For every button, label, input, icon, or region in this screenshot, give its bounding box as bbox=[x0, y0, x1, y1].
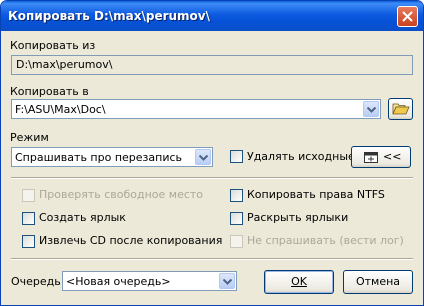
dont-ask-checkbox[interactable] bbox=[230, 235, 243, 248]
chevron-down-icon bbox=[199, 155, 208, 161]
ok-button[interactable]: OK bbox=[264, 270, 334, 294]
eject-cd-checkbox[interactable] bbox=[22, 235, 35, 248]
chevron-down-icon bbox=[223, 279, 232, 285]
mode-dropdown-button[interactable] bbox=[195, 149, 211, 165]
collapse-button-label: << bbox=[383, 150, 402, 163]
chevron-down-icon bbox=[367, 107, 376, 113]
delete-source-label: Удалять исходные bbox=[247, 150, 355, 163]
copy-ntfs-label: Копировать права NTFS bbox=[247, 188, 385, 201]
browse-button[interactable] bbox=[388, 98, 413, 120]
queue-label: Очередь bbox=[11, 275, 61, 288]
eject-cd-label: Извлечь CD после копирования bbox=[39, 234, 223, 247]
dont-ask-label: Не спрашивать (вести лог) bbox=[247, 234, 404, 247]
title-bar[interactable]: Копировать D:\max\perumov\ bbox=[1, 1, 423, 31]
destination-dropdown-button[interactable] bbox=[363, 101, 379, 117]
check-free-space-label: Проверять свободное место bbox=[39, 188, 204, 201]
copy-dialog: Копировать D:\max\perumov\ Копировать из… bbox=[0, 0, 424, 306]
check-free-space-checkbox[interactable] bbox=[22, 189, 35, 202]
ok-button-label: OK bbox=[291, 275, 307, 288]
collapse-options-button[interactable]: << bbox=[351, 146, 411, 168]
create-shortcut-label: Создать ярлык bbox=[39, 211, 126, 224]
delete-source-checkbox[interactable] bbox=[230, 150, 243, 163]
create-shortcut-checkbox[interactable] bbox=[22, 212, 35, 225]
queue-dropdown-button[interactable] bbox=[219, 273, 235, 289]
close-button[interactable] bbox=[397, 6, 418, 27]
mode-value: Спрашивать про перезапись bbox=[15, 151, 182, 164]
copy-ntfs-checkbox[interactable] bbox=[230, 189, 243, 202]
cancel-button-label: Отмена bbox=[355, 275, 401, 288]
expand-shortcuts-checkbox[interactable] bbox=[230, 212, 243, 225]
source-path-field: D:\max\perumov\ bbox=[11, 55, 413, 75]
close-icon bbox=[402, 11, 413, 22]
source-label: Копировать из bbox=[10, 39, 96, 52]
expand-shortcuts-label: Раскрыть ярлыки bbox=[247, 211, 349, 224]
folder-open-icon bbox=[392, 103, 410, 115]
destination-value: F:\ASU\Max\Doc\ bbox=[15, 103, 106, 116]
mode-combo[interactable]: Спрашивать про перезапись bbox=[11, 147, 213, 167]
separator bbox=[11, 177, 413, 179]
destination-label: Копировать в bbox=[10, 85, 89, 98]
separator bbox=[11, 258, 413, 260]
queue-combo[interactable]: <Новая очередь> bbox=[62, 271, 237, 291]
queue-value: <Новая очередь> bbox=[66, 275, 171, 288]
cancel-button[interactable]: Отмена bbox=[343, 270, 413, 294]
mode-label: Режим bbox=[10, 131, 49, 144]
destination-combo[interactable]: F:\ASU\Max\Doc\ bbox=[11, 99, 381, 119]
panel-icon bbox=[364, 152, 378, 163]
window-title: Копировать D:\max\perumov\ bbox=[8, 9, 211, 23]
